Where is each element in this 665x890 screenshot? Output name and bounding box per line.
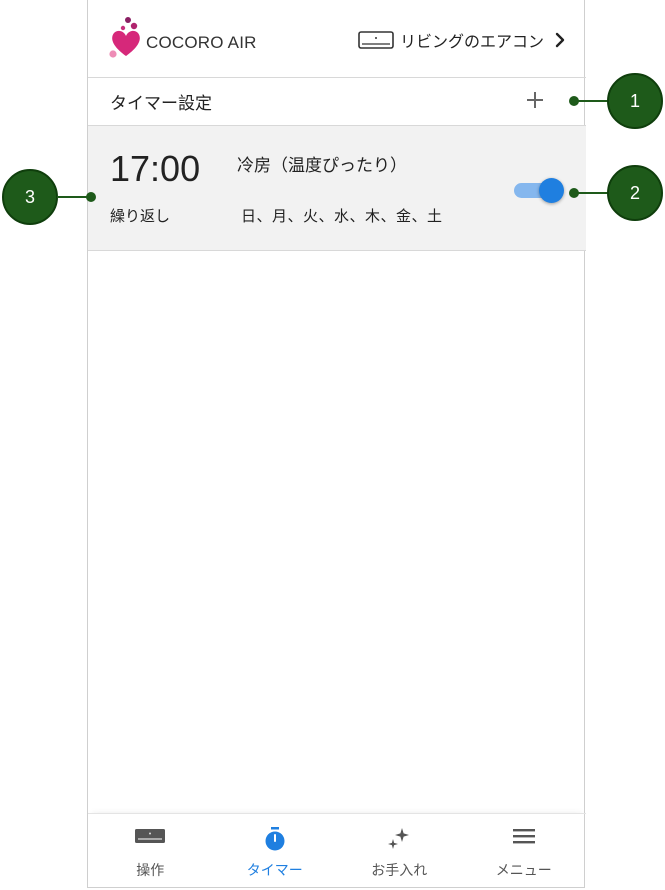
nav-item-timer[interactable]: タイマー [213,814,338,889]
toggle-knob [539,178,564,203]
app-header: COCORO AIR リビングのエアコン [88,0,586,78]
nav-label: 操作 [136,863,165,879]
nav-item-care[interactable]: お手入れ [337,814,462,889]
timer-time: 17:00 [110,148,201,189]
nav-label: タイマー [246,863,303,879]
device-name: リビングのエアコン [399,32,544,51]
timer-enable-toggle[interactable] [512,178,564,203]
nav-label: メニュー [495,863,552,879]
aircon-icon [358,31,394,49]
nav-item-operation[interactable]: 操作 [88,814,213,889]
callout-3-badge: 3 [2,169,58,225]
cocoro-logo-icon [109,17,140,58]
repeat-days: 日、月、火、水、木、金、土 [241,207,443,225]
callout-1-badge: 1 [607,73,663,129]
app-screen: COCORO AIR リビングのエアコン タイマー設定 17:00 冷房（温度ぴ… [87,0,586,889]
device-selector[interactable]: リビングのエアコン [358,28,566,52]
timer-mode: 冷房（温度ぴったり） [237,156,407,176]
nav-label: お手入れ [371,863,428,879]
timer-item[interactable]: 17:00 冷房（温度ぴったり） 繰り返し 日、月、火、水、木、金、土 [88,126,586,251]
callout-2-badge: 2 [607,165,663,221]
bottom-navigation: 操作 タイマー お手入れ メニュー [88,813,586,889]
stopwatch-icon [265,827,285,851]
aircon-icon [135,829,166,843]
repeat-label: 繰り返し [110,207,171,225]
timer-settings-header: タイマー設定 [88,78,586,126]
add-timer-button[interactable] [525,90,545,110]
chevron-right-icon [555,32,565,48]
nav-item-menu[interactable]: メニュー [462,814,587,889]
callout-2-line [574,192,610,194]
brand-name: COCORO AIR [146,33,257,52]
hamburger-menu-icon [512,829,535,844]
callout-1-line [574,100,610,102]
sparkle-icon [388,828,410,849]
timer-settings-title: タイマー設定 [110,94,212,114]
callout-3-dot [86,192,96,202]
